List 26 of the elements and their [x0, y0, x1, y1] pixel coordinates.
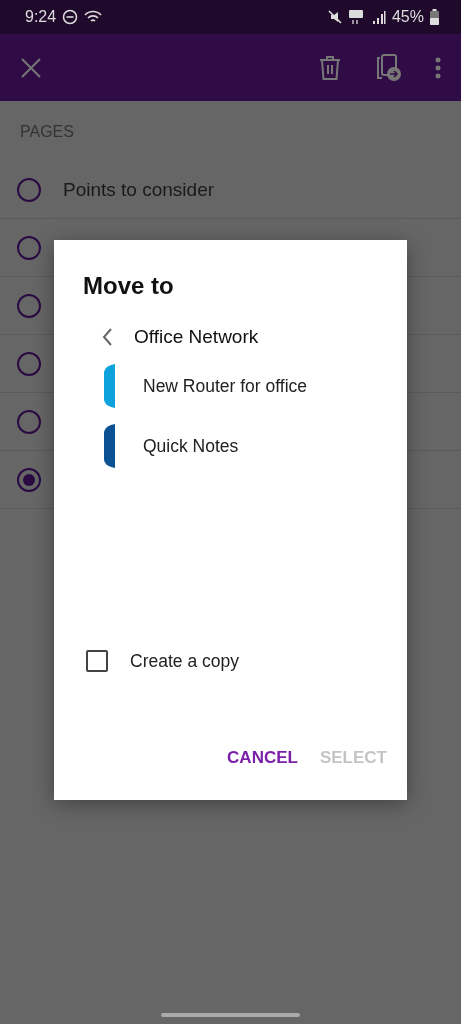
radio-button[interactable]	[17, 467, 41, 492]
radio-button[interactable]	[17, 351, 41, 376]
checkbox-label: Create a copy	[130, 650, 239, 672]
checkbox[interactable]	[86, 650, 108, 672]
section-item[interactable]: Quick Notes	[103, 424, 407, 468]
radio-button[interactable]	[17, 409, 41, 434]
trash-icon[interactable]	[319, 54, 341, 81]
mute-icon	[327, 10, 342, 24]
move-page-icon[interactable]	[375, 53, 401, 82]
dialog-title: Move to	[82, 272, 175, 300]
battery-percent: 45%	[391, 8, 424, 26]
radio-button[interactable]	[17, 235, 41, 260]
more-options-icon[interactable]	[435, 56, 441, 79]
radio-button[interactable]	[17, 177, 41, 202]
status-time: 9:24	[25, 8, 57, 26]
network-5g-icon	[347, 9, 366, 25]
battery-icon	[430, 9, 439, 25]
signal-icon	[371, 10, 386, 24]
notebook-name: Office Network	[134, 326, 259, 348]
radio-button[interactable]	[17, 293, 41, 318]
close-icon[interactable]	[20, 56, 42, 79]
dialog-button[interactable]: CANCEL	[221, 742, 304, 774]
back-icon[interactable]	[102, 328, 112, 346]
do-not-disturb-icon	[62, 9, 79, 25]
wifi-icon	[84, 10, 103, 24]
section-item[interactable]: New Router for office	[103, 364, 407, 408]
